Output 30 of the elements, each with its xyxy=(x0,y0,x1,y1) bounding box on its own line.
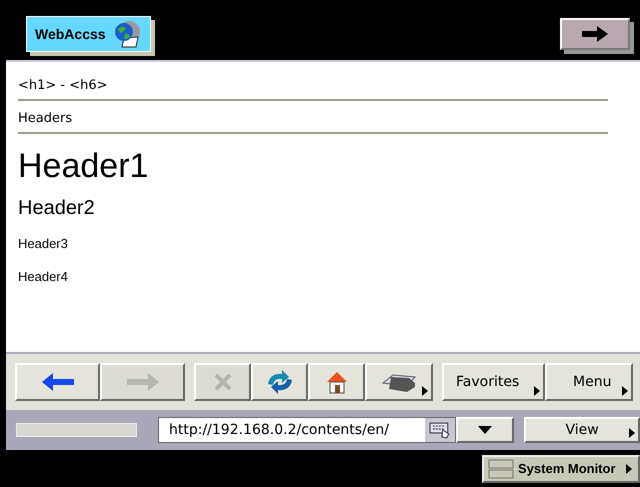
heading-text: Header3 xyxy=(18,237,69,252)
house-icon xyxy=(324,370,348,394)
print-button[interactable] xyxy=(365,363,433,401)
caret-icon xyxy=(422,386,428,396)
close-icon xyxy=(212,372,232,392)
caret-icon xyxy=(534,386,540,396)
right-arrow-icon xyxy=(581,25,609,43)
caret-icon xyxy=(622,386,628,396)
heading-text: Header1 xyxy=(18,148,150,186)
page-subtitle: Headers xyxy=(18,110,74,128)
heading-text: Header4 xyxy=(18,270,69,284)
caret-icon xyxy=(629,428,635,438)
toolbar-button[interactable]: Favorites xyxy=(442,363,545,401)
panel-icon xyxy=(488,458,514,478)
app-tab-label: WebAccss xyxy=(35,26,106,42)
caret-icon xyxy=(626,464,632,474)
view-button[interactable]: View xyxy=(524,417,640,443)
system-monitor-button[interactable]: System Monitor xyxy=(482,454,640,482)
address-field[interactable]: http://192.168.0.2/contents/en/ xyxy=(158,417,456,443)
page-title: <h1> - <h6> xyxy=(18,77,109,95)
heading-text: Header2 xyxy=(18,197,96,220)
caret-down-icon xyxy=(478,426,492,434)
refresh-button[interactable] xyxy=(251,363,308,401)
dropdown-button[interactable] xyxy=(456,417,514,443)
right-arrow-icon xyxy=(126,372,160,392)
home-button[interactable] xyxy=(308,363,365,401)
keyboard-icon xyxy=(425,418,455,442)
toolbar-button[interactable]: Menu xyxy=(545,363,633,401)
back-button[interactable] xyxy=(15,363,100,401)
left-arrow-icon xyxy=(40,372,74,392)
